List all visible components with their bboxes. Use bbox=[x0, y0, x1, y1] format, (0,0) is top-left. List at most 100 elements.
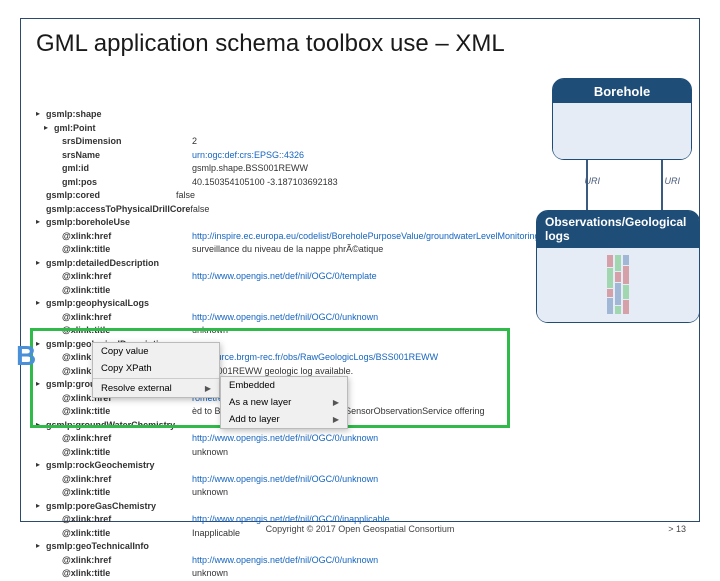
attr-row[interactable]: @xlink:hrefhttp://www.opengis.net/def/ni… bbox=[52, 554, 540, 568]
bullet-icon bbox=[52, 162, 62, 176]
log-thumb bbox=[607, 255, 613, 314]
bullet-icon bbox=[52, 243, 62, 257]
attr-row[interactable]: @xlink:hrefhttp://inspire.ec.europa.eu/c… bbox=[52, 230, 540, 244]
attr-key: @xlink:title bbox=[62, 284, 192, 298]
attr-val: unknown bbox=[192, 446, 228, 460]
attr-row[interactable]: srsDimension2 bbox=[52, 135, 540, 149]
ctx-add-layer[interactable]: Add to layer▶ bbox=[221, 411, 347, 428]
attr-val[interactable]: urn:ogc:def:crs:EPSG::4326 bbox=[192, 149, 304, 163]
ctx-resolve-external[interactable]: Resolve external▶ bbox=[93, 380, 219, 397]
attr-row[interactable]: gsmlp:coredfalse bbox=[36, 189, 540, 203]
attr-row[interactable]: @xlink:title bbox=[52, 284, 540, 298]
attr-key: gsmlp:cored bbox=[46, 189, 176, 203]
context-menu[interactable]: Copy value Copy XPath Resolve external▶ bbox=[92, 342, 220, 398]
attr-key: srsDimension bbox=[62, 135, 192, 149]
attr-key: @xlink:title bbox=[62, 324, 192, 338]
attr-val: surveillance du niveau de la nappe phrÃ©… bbox=[192, 243, 383, 257]
attr-row[interactable]: ▸gsmlp:poreGasChemistry bbox=[36, 500, 540, 514]
bullet-icon: ▸ bbox=[36, 257, 46, 271]
slide-title: GML application schema toolbox use – XML bbox=[36, 30, 505, 58]
attr-row[interactable]: ▸gsmlp:rockGeochemistry bbox=[36, 459, 540, 473]
attr-val: unknown bbox=[192, 324, 228, 338]
bullet-icon bbox=[52, 365, 62, 379]
attr-row[interactable]: ▸gml:Point bbox=[44, 122, 540, 136]
attr-row[interactable]: @xlink:titleunknown bbox=[52, 567, 540, 581]
ctx-new-layer[interactable]: As a new layer▶ bbox=[221, 394, 347, 411]
ctx-copy-value[interactable]: Copy value bbox=[93, 343, 219, 360]
attr-val: gsmlp.shape.BSS001REWW bbox=[192, 162, 308, 176]
attr-key: gsmlp:accessToPhysicalDrillCore bbox=[46, 203, 190, 217]
chevron-right-icon: ▶ bbox=[205, 384, 211, 393]
attr-val[interactable]: http://www.opengis.net/def/nil/OGC/0/unk… bbox=[192, 554, 378, 568]
ctx-copy-xpath[interactable]: Copy XPath bbox=[93, 360, 219, 377]
attr-row[interactable]: @xlink:titlesurveillance du niveau de la… bbox=[52, 243, 540, 257]
observations-body bbox=[537, 248, 699, 322]
attr-row[interactable]: ▸gsmlp:geophysicalLogs bbox=[36, 297, 540, 311]
attr-key: gsmlp:geoTechnicalInfo bbox=[46, 540, 176, 554]
attr-key: gsmlp:shape bbox=[46, 108, 176, 122]
attr-row[interactable]: ▸gsmlp:geoTechnicalInfo bbox=[36, 540, 540, 554]
attr-row[interactable]: ▸gsmlp:detailedDescription bbox=[36, 257, 540, 271]
attr-key: @xlink:title bbox=[62, 405, 192, 419]
bullet-icon: ▸ bbox=[36, 540, 46, 554]
attr-val: false bbox=[176, 189, 195, 203]
attr-val[interactable]: http://inspire.ec.europa.eu/codelist/Bor… bbox=[192, 230, 540, 244]
attr-row[interactable]: gsmlp:accessToPhysicalDrillCorefalse bbox=[36, 203, 540, 217]
attr-key: gml:id bbox=[62, 162, 192, 176]
bullet-icon bbox=[52, 135, 62, 149]
attr-row[interactable]: @xlink:hrefhttp://www.opengis.net/def/ni… bbox=[52, 432, 540, 446]
chevron-right-icon: ▶ bbox=[333, 398, 339, 407]
callout-b: B bbox=[16, 340, 36, 372]
footer-copyright: Copyright © 2017 Open Geospatial Consort… bbox=[0, 524, 720, 534]
attr-row[interactable]: @xlink:titleunknown bbox=[52, 446, 540, 460]
attr-key: gml:pos bbox=[62, 176, 192, 190]
attr-key: gsmlp:rockGeochemistry bbox=[46, 459, 176, 473]
ctx-embedded[interactable]: Embedded bbox=[221, 377, 347, 394]
attr-row[interactable]: gml:idgsmlp.shape.BSS001REWW bbox=[52, 162, 540, 176]
attr-key: @xlink:title bbox=[62, 243, 192, 257]
attr-val[interactable]: http://www.opengis.net/def/nil/OGC/0/tem… bbox=[192, 270, 377, 284]
attr-key: gsmlp:poreGasChemistry bbox=[46, 500, 176, 514]
bullet-icon bbox=[52, 446, 62, 460]
bullet-icon bbox=[52, 311, 62, 325]
bullet-icon: ▸ bbox=[36, 459, 46, 473]
bullet-icon bbox=[52, 324, 62, 338]
attr-row[interactable]: @xlink:titleunknown bbox=[52, 324, 540, 338]
log-thumb bbox=[615, 255, 621, 314]
observations-callout: Observations/Geological logs bbox=[536, 210, 700, 323]
attr-val[interactable]: http://www.opengis.net/def/nil/OGC/0/unk… bbox=[192, 473, 378, 487]
attr-val: 2 bbox=[192, 135, 197, 149]
bullet-icon: ▸ bbox=[44, 122, 54, 136]
attr-key: gsmlp:boreholeUse bbox=[46, 216, 176, 230]
attr-row[interactable]: @xlink:hrefhttp://www.opengis.net/def/ni… bbox=[52, 270, 540, 284]
attr-row[interactable]: ▸gsmlp:shape bbox=[36, 108, 540, 122]
bullet-icon: ▸ bbox=[36, 108, 46, 122]
bullet-icon bbox=[52, 486, 62, 500]
attr-row[interactable]: srsNameurn:ogc:def:crs:EPSG::4326 bbox=[52, 149, 540, 163]
uri-arrow-1 bbox=[586, 158, 588, 214]
attr-key: @xlink:href bbox=[62, 230, 192, 244]
attr-row[interactable]: @xlink:hrefhttp://www.opengis.net/def/ni… bbox=[52, 311, 540, 325]
bullet-icon: ▸ bbox=[36, 419, 46, 433]
attr-row[interactable]: ▸gsmlp:boreholeUse bbox=[36, 216, 540, 230]
bullet-icon bbox=[52, 270, 62, 284]
log-thumb bbox=[623, 255, 629, 314]
bullet-icon bbox=[36, 203, 46, 217]
attr-val[interactable]: /ressource.brgm-rec.fr/obs/RawGeologicLo… bbox=[192, 351, 438, 365]
attr-row[interactable]: gml:pos40.150354105100 -3.187103692183 bbox=[52, 176, 540, 190]
attr-val[interactable]: http://www.opengis.net/def/nil/OGC/0/unk… bbox=[192, 432, 378, 446]
bullet-icon: ▸ bbox=[36, 500, 46, 514]
bullet-icon bbox=[36, 189, 46, 203]
attr-val[interactable]: http://www.opengis.net/def/nil/OGC/0/unk… bbox=[192, 311, 378, 325]
bullet-icon bbox=[52, 567, 62, 581]
bullet-icon bbox=[52, 405, 62, 419]
bullet-icon bbox=[52, 230, 62, 244]
attr-row[interactable]: @xlink:hrefhttp://www.opengis.net/def/ni… bbox=[52, 473, 540, 487]
borehole-label: Borehole bbox=[553, 79, 691, 103]
ctx-sep bbox=[93, 378, 219, 379]
attr-key: gsmlp:geophysicalLogs bbox=[46, 297, 176, 311]
bullet-icon bbox=[52, 554, 62, 568]
attr-val: unknown bbox=[192, 486, 228, 500]
context-submenu[interactable]: Embedded As a new layer▶ Add to layer▶ bbox=[220, 376, 348, 429]
attr-row[interactable]: @xlink:titleunknown bbox=[52, 486, 540, 500]
